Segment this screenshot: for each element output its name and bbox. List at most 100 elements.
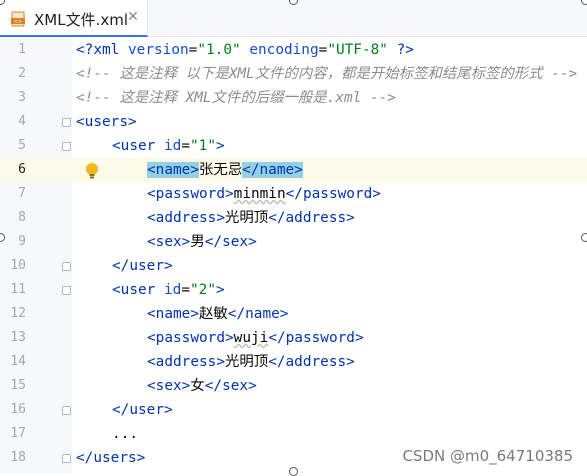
code-line[interactable]: 14 <address>光明顶</address>	[0, 350, 587, 374]
tag-bracket: <	[76, 114, 85, 130]
tag-bracket: <	[147, 234, 156, 250]
svg-text:<>: <>	[14, 19, 22, 25]
fold-end-icon[interactable]	[62, 454, 71, 463]
tag-name: sex	[222, 234, 249, 250]
tag-bracket: >	[346, 210, 355, 226]
tab-xml-file[interactable]: <> XML文件.xml ✕	[0, 0, 148, 37]
tag-bracket: </	[204, 234, 223, 250]
tag-bracket: >	[224, 330, 234, 346]
tag-bracket: <	[147, 210, 156, 226]
tag-name: sex	[155, 234, 182, 250]
code-text: <name>赵敏</name>	[147, 302, 288, 326]
line-number: 8	[18, 210, 26, 225]
line-number: 1	[18, 42, 26, 57]
element-text: wuji	[233, 330, 269, 346]
element-text: 光明顶	[225, 210, 269, 226]
attribute-value: "2"	[190, 282, 216, 298]
tag-bracket: <	[112, 138, 121, 154]
tag-name: sex	[222, 378, 249, 394]
code-line[interactable]: 1 <?xml version="1.0" encoding="UTF-8" ?…	[0, 38, 587, 62]
element-text: 光明顶	[225, 354, 269, 370]
fold-toggle-icon[interactable]	[62, 118, 71, 127]
line-number: 15	[10, 378, 26, 393]
code-text: <?xml version="1.0" encoding="UTF-8" ?>	[76, 38, 414, 62]
line-number: 5	[18, 138, 26, 153]
code-text: <address>光明顶</address>	[147, 206, 355, 230]
code-line[interactable]: 3 <!-- 这是注释 XML文件的后缀一般是.xml -->	[0, 86, 587, 110]
tag-bracket: </	[285, 186, 303, 202]
fold-end-icon[interactable]	[62, 406, 71, 415]
code-line[interactable]: 10 </user>	[0, 254, 587, 278]
code-text: ...	[112, 426, 138, 442]
code-line[interactable]: 9 <sex>男</sex>	[0, 230, 587, 254]
line-number: 14	[10, 354, 26, 369]
code-line[interactable]: 2 <!-- 这是注释 以下是XML文件的内容，都是开始标签和结尾标签的形式 -…	[0, 62, 587, 86]
code-editor[interactable]: 1 <?xml version="1.0" encoding="UTF-8" ?…	[0, 37, 587, 473]
code-line[interactable]: 8 <address>光明顶</address>	[0, 206, 587, 230]
tag-name: name	[155, 306, 191, 322]
tag-bracket: >	[372, 186, 381, 202]
tag-name: address	[285, 354, 347, 370]
code-line[interactable]: 12 <name>赵敏</name>	[0, 302, 587, 326]
tag-bracket: </	[268, 210, 286, 226]
attribute-name: encoding	[249, 42, 319, 58]
tag-name: users	[93, 450, 137, 466]
comment-text: <!-- 这是注释 XML文件的后缀一般是.xml -->	[76, 90, 396, 106]
lightbulb-icon[interactable]	[84, 162, 100, 180]
comment-text: <!-- 这是注释 以下是XML文件的内容，都是开始标签和结尾标签的形式 -->	[76, 66, 578, 82]
tag-name: users	[84, 114, 128, 130]
element-text: 张无忌	[198, 162, 243, 178]
tag-bracket: <	[147, 354, 156, 370]
tag-bracket: </	[76, 450, 94, 466]
code-line[interactable]: 15 <sex>女</sex>	[0, 374, 587, 398]
line-number: 12	[10, 306, 26, 321]
code-equals: =	[181, 138, 190, 154]
tag-name: password	[285, 330, 355, 346]
xml-declaration-close: ?>	[387, 42, 414, 58]
attribute-name: id	[164, 282, 182, 298]
tag-bracket: >	[248, 234, 257, 250]
xml-declaration-name: xml	[93, 42, 120, 58]
close-icon[interactable]: ✕	[126, 9, 140, 25]
code-line[interactable]: 5 <user id="1">	[0, 134, 587, 158]
tag-bracket: >	[248, 378, 257, 394]
code-line[interactable]: 11 <user id="2">	[0, 278, 587, 302]
tag-bracket: >	[279, 306, 289, 322]
tag-bracket: <	[147, 330, 156, 346]
tag-bracket: >	[354, 330, 364, 346]
code-line[interactable]: 13 <password>wuji</password>	[0, 326, 587, 350]
code-text: <user id="1">	[112, 134, 225, 158]
tag-bracket: </	[227, 306, 246, 322]
fold-toggle-icon[interactable]	[62, 142, 71, 151]
tag-name: user	[129, 258, 164, 274]
code-text: <sex>女</sex>	[147, 374, 257, 398]
element-text: minmin	[233, 186, 286, 202]
tag-name: sex	[155, 378, 182, 394]
line-number: 10	[10, 258, 26, 273]
code-line[interactable]: 7 <password>minmin</password>	[0, 182, 587, 206]
code-line-current[interactable]: 6 <name>张无忌</name>	[0, 158, 587, 182]
highlighted-tag: </name>	[242, 162, 303, 178]
line-number: 11	[10, 282, 26, 297]
code-text: </user>	[112, 398, 173, 422]
resize-handle	[289, 467, 298, 476]
tag-bracket: >	[216, 210, 225, 226]
tag-bracket: </	[112, 258, 130, 274]
tag-bracket: </	[268, 330, 286, 346]
tag-bracket: >	[136, 450, 146, 466]
code-text: <password>wuji</password>	[147, 326, 364, 350]
attribute-value: "1.0"	[197, 42, 241, 58]
code-line[interactable]: 17 ...	[0, 422, 587, 446]
code-line[interactable]: 16 </user>	[0, 398, 587, 422]
fold-end-icon[interactable]	[62, 262, 71, 271]
line-number: 16	[10, 402, 26, 417]
tag-bracket: >	[163, 402, 173, 418]
code-text: <address>光明顶</address>	[147, 350, 355, 374]
code-text: <password>minmin</password>	[147, 182, 381, 206]
element-text: 赵敏	[199, 306, 228, 322]
tag-bracket: <	[147, 306, 156, 322]
fold-toggle-icon[interactable]	[62, 286, 71, 295]
code-line[interactable]: 4 <users>	[0, 110, 587, 134]
